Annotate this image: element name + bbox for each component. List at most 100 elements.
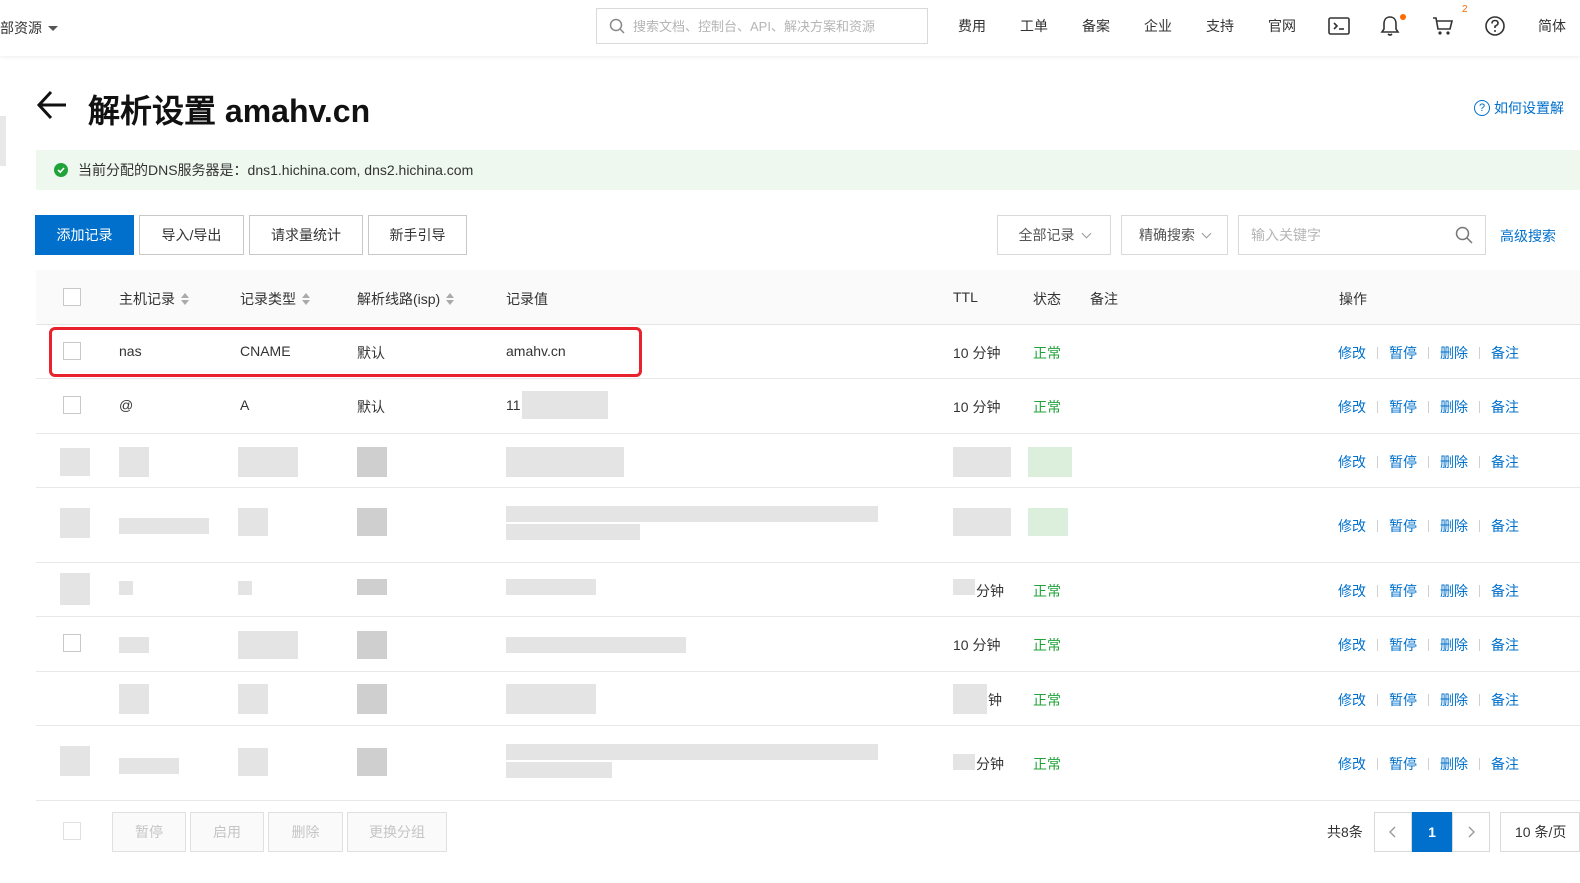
page-1-button[interactable]: 1: [1412, 812, 1452, 852]
add-record-button[interactable]: 添加记录: [35, 215, 134, 255]
bulk-enable-button[interactable]: 启用: [190, 812, 264, 852]
page-title: 解析设置 amahv.cn: [88, 93, 371, 129]
header-type[interactable]: 记录类型: [240, 289, 310, 309]
pause-link[interactable]: 暂停: [1389, 397, 1417, 417]
global-search-box[interactable]: [596, 8, 928, 44]
record-type-filter[interactable]: 全部记录: [997, 215, 1111, 255]
caret-down-icon: [48, 25, 58, 31]
remark-link[interactable]: 备注: [1491, 452, 1519, 472]
cart-button[interactable]: [1432, 14, 1484, 38]
back-button[interactable]: [36, 88, 68, 125]
edit-link[interactable]: 修改: [1338, 754, 1366, 774]
terminal-button[interactable]: [1328, 14, 1380, 38]
nav-billing[interactable]: 费用: [958, 16, 1020, 36]
search-icon: [609, 18, 625, 34]
remark-link[interactable]: 备注: [1491, 690, 1519, 710]
nav-enterprise[interactable]: 企业: [1144, 16, 1206, 36]
import-export-button[interactable]: 导入/导出: [139, 215, 244, 255]
question-circle-icon: ?: [1474, 100, 1490, 116]
delete-link[interactable]: 删除: [1440, 754, 1468, 774]
dns-server-text: 当前分配的DNS服务器是：dns1.hichina.com, dns2.hich…: [78, 162, 474, 178]
pause-link[interactable]: 暂停: [1389, 690, 1417, 710]
pause-link[interactable]: 暂停: [1389, 343, 1417, 363]
bulk-pause-button[interactable]: 暂停: [112, 812, 186, 852]
footer-select-all-checkbox[interactable]: [63, 822, 81, 840]
header-line-label: 解析线路(isp): [357, 291, 441, 307]
redacted-block: [119, 684, 149, 714]
keyword-search-input[interactable]: [1251, 227, 1451, 243]
cell-status: 正常: [1033, 399, 1061, 415]
pause-link[interactable]: 暂停: [1389, 581, 1417, 601]
redacted-block: [357, 508, 387, 536]
select-all-checkbox[interactable]: [63, 288, 81, 306]
remark-link[interactable]: 备注: [1491, 343, 1519, 363]
header-ttl: TTL: [953, 289, 978, 305]
edit-link[interactable]: 修改: [1338, 452, 1366, 472]
advanced-search-link[interactable]: 高级搜索: [1500, 226, 1556, 246]
edit-link[interactable]: 修改: [1338, 690, 1366, 710]
row-actions: 修改 暂停 删除 备注: [1338, 397, 1519, 417]
remark-link[interactable]: 备注: [1491, 516, 1519, 536]
pause-link[interactable]: 暂停: [1389, 635, 1417, 655]
change-group-button[interactable]: 更换分组: [347, 812, 447, 852]
top-icon-group: [1328, 14, 1536, 38]
prev-page-button[interactable]: [1374, 812, 1412, 852]
delete-link[interactable]: 删除: [1440, 690, 1468, 710]
keyword-search-box[interactable]: [1238, 215, 1486, 255]
nav-support[interactable]: 支持: [1206, 16, 1268, 36]
edit-link[interactable]: 修改: [1338, 635, 1366, 655]
delete-link[interactable]: 删除: [1440, 397, 1468, 417]
delete-link[interactable]: 删除: [1440, 452, 1468, 472]
check-circle-icon: [54, 163, 68, 177]
terminal-icon: [1328, 17, 1350, 35]
pause-link[interactable]: 暂停: [1389, 754, 1417, 774]
nav-official-site[interactable]: 官网: [1268, 16, 1330, 36]
sort-icon: [446, 293, 455, 305]
search-icon[interactable]: [1455, 226, 1473, 244]
delete-link[interactable]: 删除: [1440, 343, 1468, 363]
global-search-input[interactable]: [633, 18, 918, 34]
resources-menu[interactable]: 部资源: [0, 18, 58, 38]
edit-link[interactable]: 修改: [1338, 397, 1366, 417]
table-row: 修改 暂停 删除 备注: [36, 434, 1580, 488]
redacted-block: [119, 758, 179, 774]
search-mode-select[interactable]: 精确搜索: [1121, 215, 1228, 255]
edit-link[interactable]: 修改: [1338, 343, 1366, 363]
row-checkbox[interactable]: [63, 396, 81, 414]
page-size-select[interactable]: 10 条/页: [1500, 812, 1580, 852]
header-type-label: 记录类型: [240, 291, 296, 307]
header-actions: 操作: [1339, 291, 1367, 307]
pause-link[interactable]: 暂停: [1389, 452, 1417, 472]
delete-link[interactable]: 删除: [1440, 635, 1468, 655]
remark-link[interactable]: 备注: [1491, 754, 1519, 774]
language-switch[interactable]: 简体: [1538, 16, 1566, 36]
question-icon: [1485, 16, 1505, 36]
edit-link[interactable]: 修改: [1338, 516, 1366, 536]
edit-link[interactable]: 修改: [1338, 581, 1366, 601]
pause-link[interactable]: 暂停: [1389, 516, 1417, 536]
redacted-block: [238, 508, 268, 536]
header-host[interactable]: 主机记录: [119, 289, 189, 309]
notifications-button[interactable]: [1380, 14, 1432, 38]
row-checkbox[interactable]: [63, 634, 81, 652]
nav-icp-filing[interactable]: 备案: [1082, 16, 1144, 36]
redacted-block: [238, 748, 268, 776]
help-doc-link[interactable]: ? 如何设置解: [1474, 98, 1564, 118]
chevron-down-icon: [1081, 228, 1091, 238]
beginner-guide-button[interactable]: 新手引导: [368, 215, 467, 255]
redacted-block: [1028, 508, 1068, 536]
row-actions: 修改 暂停 删除 备注: [1338, 452, 1519, 472]
request-stats-button[interactable]: 请求量统计: [249, 215, 363, 255]
help-button[interactable]: [1484, 14, 1536, 38]
header-line[interactable]: 解析线路(isp): [357, 289, 455, 309]
remark-link[interactable]: 备注: [1491, 581, 1519, 601]
remark-link[interactable]: 备注: [1491, 397, 1519, 417]
delete-link[interactable]: 删除: [1440, 581, 1468, 601]
bulk-delete-button[interactable]: 删除: [268, 812, 343, 852]
remark-link[interactable]: 备注: [1491, 635, 1519, 655]
redacted-block: [357, 447, 387, 477]
next-page-button[interactable]: [1452, 812, 1490, 852]
delete-link[interactable]: 删除: [1440, 516, 1468, 536]
redacted-block: [238, 631, 298, 659]
nav-tickets[interactable]: 工单: [1020, 16, 1082, 36]
